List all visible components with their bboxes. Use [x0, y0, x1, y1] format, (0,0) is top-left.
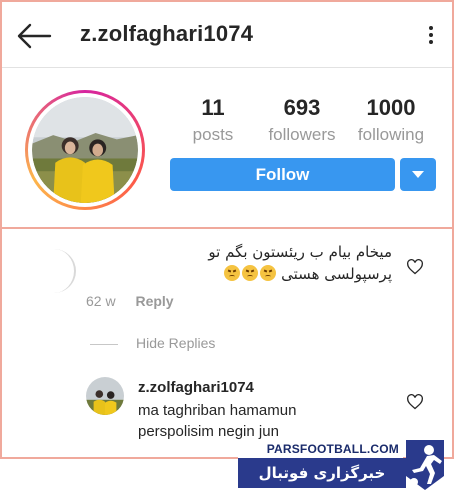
parsfootball-logo: [406, 440, 444, 490]
stat-following-value: 1000: [366, 95, 416, 120]
comment-meta: 62 w Reply: [86, 293, 174, 309]
stat-following[interactable]: 1000 following: [336, 95, 446, 145]
profile-header: z.zolfaghari1074: [2, 2, 452, 68]
heart-icon[interactable]: [406, 259, 424, 275]
hide-replies-label: Hide Replies: [136, 335, 216, 351]
profile-panel: z.zolfaghari1074 11 posts 693 followers …: [0, 0, 454, 229]
more-vertical-icon[interactable]: [426, 24, 436, 50]
parsfootball-watermark: PARSFOOTBALL.COM خبرگزاری فوتبال ایران: [238, 436, 450, 497]
hide-replies-button[interactable]: Hide Replies: [90, 335, 215, 351]
heart-icon[interactable]: [406, 394, 424, 410]
reply-button[interactable]: Reply: [135, 293, 173, 309]
angry-face-emoji: [242, 265, 259, 281]
suggested-dropdown-button[interactable]: [400, 158, 436, 191]
comment-text-line2-wrap: پرسپولسی هستی: [72, 265, 392, 283]
profile-username: z.zolfaghari1074: [80, 21, 254, 46]
back-arrow-icon[interactable]: [16, 22, 52, 50]
reply-avatar[interactable]: [86, 377, 124, 415]
follow-button[interactable]: Follow: [170, 158, 395, 191]
hide-replies-divider: [90, 343, 118, 345]
reply-text-line1: ma taghriban hamamun: [138, 402, 297, 419]
profile-avatar[interactable]: [25, 90, 145, 210]
avatar-photo: [32, 97, 138, 203]
stat-following-label: following: [357, 125, 425, 144]
comment-text-line2: پرسپولسی هستی: [281, 265, 392, 283]
comment-time: 62 w: [86, 293, 116, 309]
watermark-tagline: خبرگزاری فوتبال ایران: [238, 458, 406, 497]
comments-panel: میخام بیام ب ریئستون بگم تو پرسپولسی هست…: [0, 229, 454, 459]
angry-face-emoji: [260, 265, 277, 281]
comment-text-line1: میخام بیام ب ریئستون بگم تو: [208, 243, 392, 261]
commenter-avatar[interactable]: [40, 249, 76, 293]
chevron-down-icon: [412, 171, 424, 178]
angry-face-emoji: [224, 265, 241, 281]
reply-username[interactable]: z.zolfaghari1074: [138, 379, 254, 396]
watermark-site: PARSFOOTBALL.COM: [238, 440, 403, 458]
